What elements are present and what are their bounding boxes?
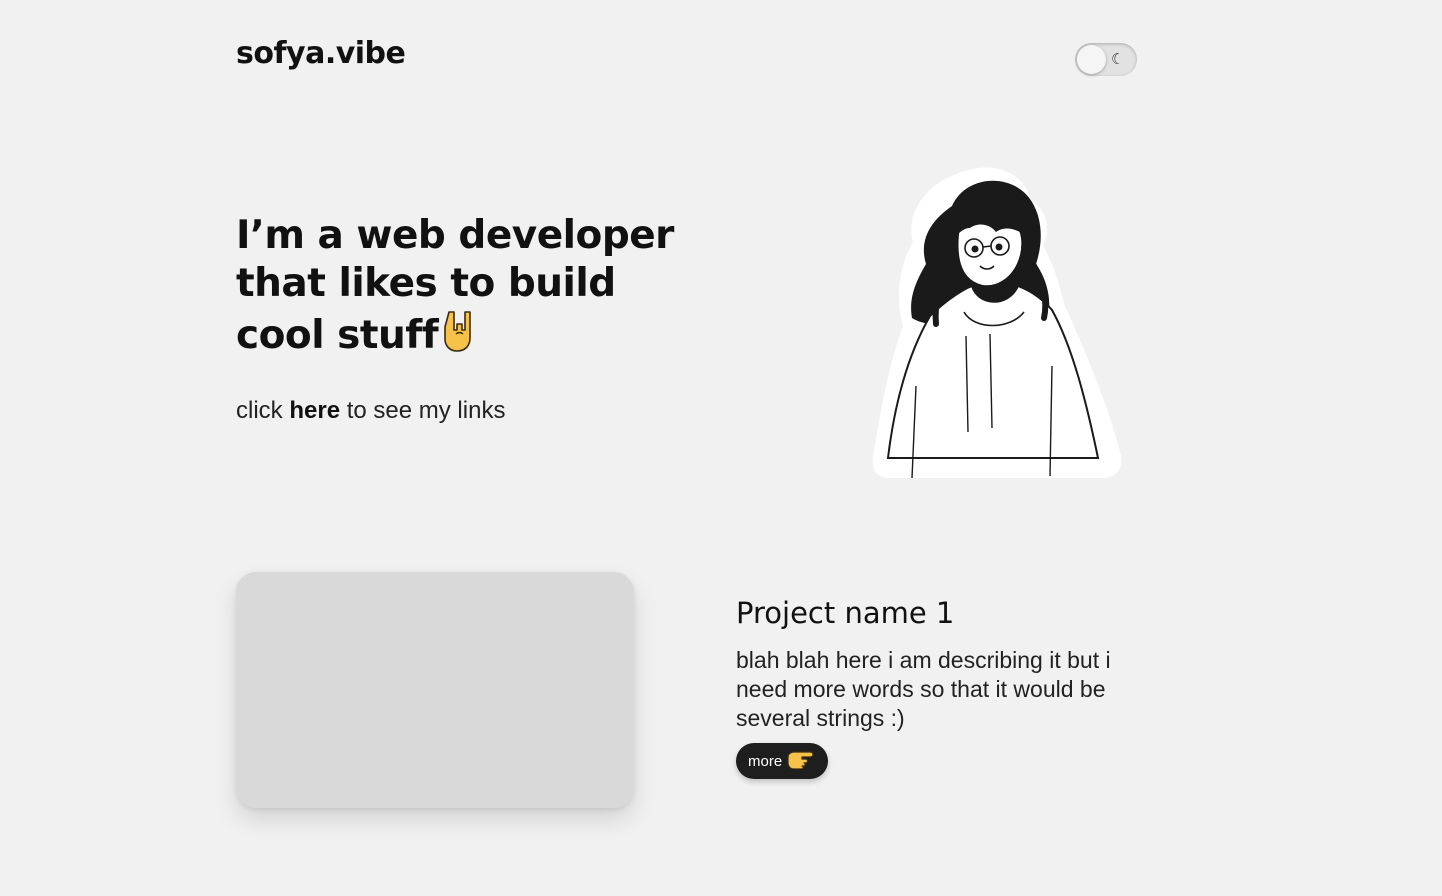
moon-icon: ☾ [1111, 50, 1125, 68]
theme-toggle[interactable]: ☾ [1075, 43, 1137, 76]
project-image-placeholder[interactable] [236, 572, 634, 808]
rock-on-icon [444, 308, 476, 364]
pointing-hand-icon [786, 749, 816, 773]
toggle-knob [1077, 45, 1106, 74]
links-line: click here to see my links [236, 397, 505, 425]
links-here-link[interactable]: here [289, 397, 340, 424]
project-title: Project name 1 [736, 596, 955, 630]
site-logo[interactable]: sofya.vibe [236, 36, 406, 71]
more-button-label: more [748, 752, 783, 770]
more-button[interactable]: more [736, 743, 829, 779]
links-suffix: to see my links [346, 397, 506, 424]
hero-title: I’m a web developer that likes to build … [236, 212, 676, 364]
links-prefix: click [236, 397, 283, 424]
project-description: blah blah here i am describing it but i … [736, 647, 1111, 731]
avatar-illustration [872, 166, 1126, 490]
